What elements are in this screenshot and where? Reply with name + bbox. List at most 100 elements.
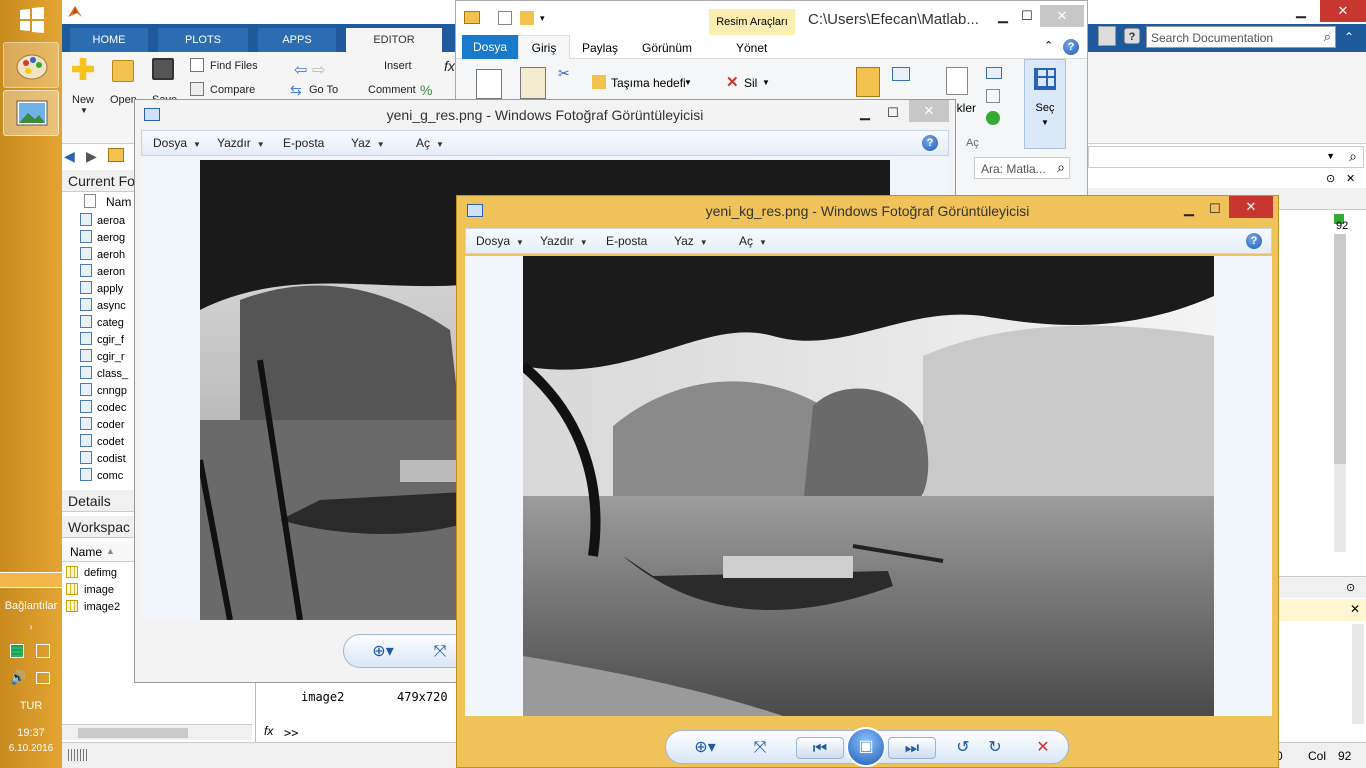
cmd-vscrollbar[interactable] [1352, 624, 1364, 724]
file-list-item[interactable]: aeron [80, 264, 125, 281]
move-to-button[interactable]: Taşıma hedefi [611, 76, 686, 90]
folder-back-icon[interactable]: ◀ [64, 148, 75, 165]
workspace-variable-row[interactable]: defimg [66, 565, 117, 582]
viewer2-menu-email[interactable]: E-posta [606, 234, 647, 248]
viewer1-menu-burn[interactable]: Yaz ▼ [351, 136, 385, 150]
open-folder-icon[interactable] [112, 60, 134, 82]
left-hscrollbar[interactable] [62, 724, 252, 740]
viewer1-fit-icon[interactable]: ⤧ [428, 641, 452, 663]
delete-button[interactable]: Sil [744, 76, 757, 90]
viewer2-minimize-button[interactable]: ▁ [1175, 198, 1203, 220]
new-item-icon[interactable] [892, 67, 910, 81]
address-search-icon[interactable]: ⌕ [1349, 148, 1357, 165]
editor-vscroll-thumb[interactable] [1334, 234, 1346, 464]
fx-button[interactable]: fx [444, 58, 455, 74]
notification-close-icon[interactable]: ✕ [1350, 602, 1360, 616]
properties-icon[interactable] [946, 67, 968, 95]
viewer1-minimize-button[interactable]: ▁ [851, 102, 879, 124]
compare-button[interactable]: Compare [210, 84, 255, 96]
taskbar-photo-viewer-app[interactable] [3, 90, 59, 136]
cmd-menu-icon[interactable]: ⊙ [1346, 581, 1355, 594]
delete-dropdown-icon[interactable]: ▼ [762, 78, 770, 87]
file-list-item[interactable]: codist [80, 451, 126, 468]
save-disk-icon[interactable] [152, 58, 174, 80]
file-list-item[interactable]: async [80, 298, 126, 315]
layout-icon[interactable] [1098, 26, 1116, 46]
editor-menu-icon[interactable]: ⊙ [1326, 172, 1335, 185]
history-icon[interactable] [986, 111, 1000, 125]
file-list-item[interactable]: categ [80, 315, 124, 332]
insert-button[interactable]: Insert [384, 60, 412, 72]
rotate-ccw-icon[interactable]: ↺ [952, 737, 974, 759]
copy-icon[interactable] [476, 69, 502, 99]
hscroll-thumb[interactable] [78, 728, 188, 738]
current-folder-col-name[interactable]: Nam [106, 195, 131, 209]
editor-close-icon[interactable]: ✕ [1346, 172, 1355, 185]
explorer-maximize-button[interactable]: ☐ [1012, 5, 1042, 27]
delete-image-icon[interactable]: ✕ [1032, 737, 1054, 759]
qat-properties-icon[interactable] [498, 11, 512, 25]
viewer2-help-icon[interactable]: ? [1246, 233, 1262, 249]
toolbar-label[interactable]: Bağlantılar [0, 600, 62, 612]
tab-editor[interactable]: EDITOR [346, 28, 442, 52]
new-folder-icon[interactable] [856, 67, 880, 97]
viewer1-maximize-button[interactable]: ☐ [879, 102, 907, 124]
speaker-icon[interactable]: 🔊 [10, 670, 26, 686]
new-button[interactable]: New [72, 94, 94, 106]
battery-icon[interactable] [36, 644, 50, 658]
tab-apps[interactable]: APPS [258, 28, 336, 52]
explorer-tab-share[interactable]: Paylaş [582, 41, 618, 55]
viewer2-menu-open[interactable]: Aç ▼ [739, 234, 767, 248]
workspace-col-name[interactable]: Name [70, 545, 102, 559]
file-list-item[interactable]: class_ [80, 366, 128, 383]
viewer2-menu-print[interactable]: Yazdır ▼ [540, 234, 588, 248]
file-list-item[interactable]: cgir_f [80, 332, 124, 349]
paste-icon[interactable] [520, 67, 546, 99]
file-list-item[interactable]: aeroh [80, 247, 125, 264]
sort-asc-icon[interactable]: ▲ [106, 546, 115, 556]
edit-icon[interactable] [986, 89, 1000, 103]
address-dropdown-icon[interactable]: ▼ [1326, 151, 1335, 161]
viewer1-zoom-icon[interactable]: ⊕▾ [368, 641, 398, 663]
file-list-item[interactable]: coder [80, 417, 125, 434]
slideshow-button[interactable]: ▣ [846, 727, 886, 767]
fx-prompt-icon[interactable]: fx [264, 724, 273, 738]
cut-icon[interactable]: ✂ [558, 65, 570, 82]
clock-date[interactable]: 6.10.2016 [0, 743, 62, 754]
matlab-close-button[interactable]: ✕ [1320, 0, 1366, 22]
explorer-tab-file[interactable]: Dosya [462, 35, 518, 59]
viewer2-close-button[interactable]: ✕ [1229, 196, 1273, 218]
search-documentation-input[interactable]: Search Documentation ⌕ [1146, 26, 1336, 48]
file-list-item[interactable]: codec [80, 400, 126, 417]
file-list-item[interactable]: codet [80, 434, 124, 451]
viewer1-help-icon[interactable]: ? [922, 135, 938, 151]
taskbar-paint-app[interactable] [3, 42, 59, 88]
command-prompt[interactable]: >> [284, 726, 298, 740]
chevron-right-icon[interactable]: › [0, 622, 62, 633]
viewer1-menu-file[interactable]: Dosya ▼ [153, 136, 201, 150]
find-files-button[interactable]: Find Files [210, 60, 258, 72]
viewer2-menu-burn[interactable]: Yaz ▼ [674, 234, 708, 248]
file-list-item[interactable]: cgir_r [80, 349, 125, 366]
tab-plots[interactable]: PLOTS [158, 28, 248, 52]
editor-vscrollbar[interactable] [1334, 234, 1346, 552]
file-list-item[interactable]: comc [80, 468, 123, 485]
explorer-tab-view[interactable]: Görünüm [642, 41, 692, 55]
picture-tools-tab[interactable]: Resim Araçları [709, 9, 795, 35]
previous-image-button[interactable]: ⏮ [796, 737, 844, 759]
action-center-icon[interactable] [36, 672, 50, 684]
properties-label-fragment[interactable]: ikler [954, 101, 976, 115]
go-to-button[interactable]: Go To [309, 84, 338, 96]
file-list-item[interactable]: aeroa [80, 213, 125, 230]
next-image-button[interactable]: ⏭ [888, 737, 936, 759]
tab-home[interactable]: HOME [70, 28, 148, 52]
file-list-item[interactable]: apply [80, 281, 123, 298]
qat-new-folder-icon[interactable] [520, 11, 534, 25]
file-list-item[interactable]: cnngp [80, 383, 127, 400]
workspace-variable-row[interactable]: image [66, 582, 114, 599]
new-dropdown-icon[interactable]: ▼ [80, 106, 88, 115]
viewer2-maximize-button[interactable]: ☐ [1201, 198, 1229, 220]
explorer-tab-manage[interactable]: Yönet [736, 41, 767, 55]
percent-icon[interactable]: % [420, 82, 432, 98]
explorer-search-input[interactable]: Ara: Matla... ⌕ [974, 157, 1070, 179]
